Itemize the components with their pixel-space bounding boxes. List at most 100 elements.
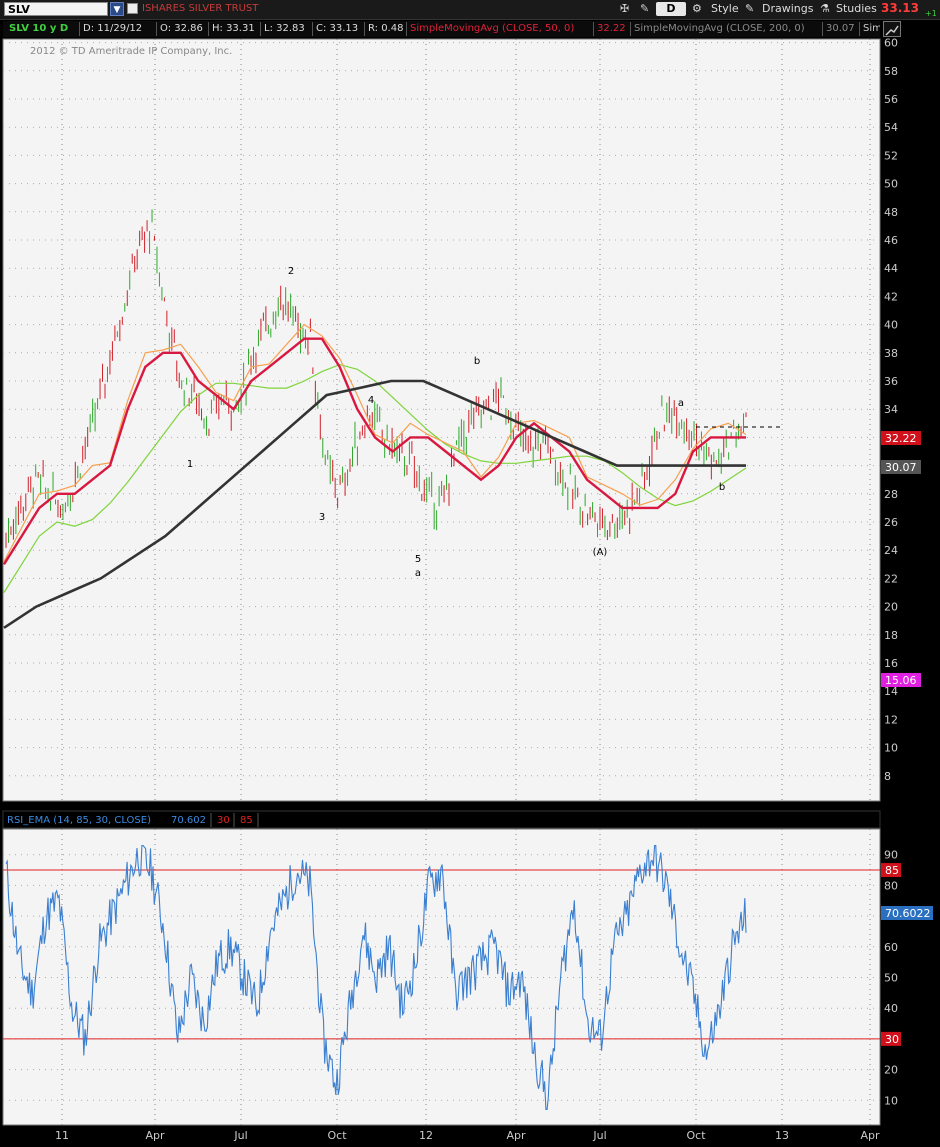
price-tick-label: 24 xyxy=(884,544,898,557)
crosshair-icon[interactable]: ✠ xyxy=(620,1,629,17)
ema-orange-line xyxy=(3,323,747,562)
rsi-label-text: 70.6022 xyxy=(885,907,931,920)
x-tick-label: Apr xyxy=(145,1129,165,1142)
price-tick-label: 56 xyxy=(884,93,898,106)
price-grid xyxy=(3,39,880,801)
price-label-text: 32.22 xyxy=(885,432,917,445)
link-square-icon[interactable] xyxy=(127,3,138,14)
rsi-tick-label: 50 xyxy=(884,972,898,985)
rsi-tick-label: 80 xyxy=(884,879,898,892)
rsi-tick-label: 20 xyxy=(884,1064,898,1077)
rsi-tick-label: 30 xyxy=(884,1033,898,1046)
rsi-tick-label: 10 xyxy=(884,1094,898,1107)
sma50-line xyxy=(2,337,746,565)
price-panel[interactable] xyxy=(2,38,881,802)
sma200-value: 30.07 xyxy=(826,23,855,34)
studies-menu[interactable]: Studies xyxy=(836,1,877,17)
x-tick-label: Jul xyxy=(233,1129,247,1142)
sma200-label[interactable]: SimpleMovingAvg (CLOSE, 200, 0) xyxy=(634,23,805,34)
price-tick-label: 16 xyxy=(884,657,898,670)
rsi-value: 70.602 xyxy=(171,815,206,826)
gear-icon[interactable]: ⚙ xyxy=(692,1,702,17)
x-tick-label: Oct xyxy=(327,1129,347,1142)
company-name: ISHARES SILVER TRUST xyxy=(142,3,259,14)
price-lines xyxy=(2,323,747,629)
rsi-label-text: 85 xyxy=(885,864,899,877)
symbol-input[interactable]: SLV xyxy=(4,2,108,16)
x-tick-label: Oct xyxy=(686,1129,706,1142)
period-button[interactable]: D xyxy=(656,2,686,16)
chart-canvas: 8101214161820222426283032343638404244464… xyxy=(2,37,933,1142)
wrench-icon[interactable]: ✎ xyxy=(640,1,649,17)
more-studies-label: Sim xyxy=(863,23,880,34)
sma50-value: 32.22 xyxy=(597,23,626,34)
price-candles xyxy=(5,209,747,548)
style-menu[interactable]: Style xyxy=(711,1,739,17)
info-date: D: 11/29/12 xyxy=(83,23,143,34)
price-tick-label: 26 xyxy=(884,516,898,529)
price-tick-label: 52 xyxy=(884,149,898,162)
copyright-text: 2012 © TD Ameritrade IP Company, Inc. xyxy=(30,46,232,57)
price-tick-label: 40 xyxy=(884,319,898,332)
toolbar: SLV ▼ ISHARES SILVER TRUST ✠ ✎ D ⚙ Style… xyxy=(0,0,940,20)
rsi-oversold: 30 xyxy=(217,815,230,826)
price-label-text: 15.06 xyxy=(885,674,917,687)
price-tick-label: 36 xyxy=(884,375,898,388)
wave-label: b xyxy=(719,482,725,493)
rsi-label-box xyxy=(881,863,901,878)
rsi-y-axis: 10 20 30 40 50 60 70 80 90 xyxy=(884,849,898,1108)
rsi-grid xyxy=(3,829,880,1125)
info-range: R: 0.48 xyxy=(368,23,404,34)
x-tick-label: 13 xyxy=(775,1129,789,1142)
info-close: C: 33.13 xyxy=(316,23,359,34)
x-tick-label: Jul xyxy=(592,1129,606,1142)
price-tick-label: 12 xyxy=(884,713,898,726)
price-label-box xyxy=(881,431,921,445)
price-tick-label: 34 xyxy=(884,403,898,416)
price-change: +1 xyxy=(925,9,937,18)
wave-label: 5 xyxy=(415,554,421,565)
price-tick-label: 8 xyxy=(884,770,891,783)
rsi-panel[interactable] xyxy=(2,828,881,1126)
info-high: H: 33.31 xyxy=(212,23,255,34)
wave-label: 4 xyxy=(368,395,374,406)
studies-icon[interactable]: ⚗ xyxy=(820,1,830,17)
ema-red-dashed-line xyxy=(3,338,746,565)
price-tick-label: 42 xyxy=(884,290,898,303)
rsi-series-line xyxy=(5,844,747,1111)
wave-label: 3 xyxy=(319,512,325,523)
price-label-box xyxy=(881,460,921,474)
price-tick-label: 48 xyxy=(884,206,898,219)
price-tick-label: 32 xyxy=(884,431,898,444)
expand-icon[interactable] xyxy=(883,21,901,37)
rsi-tick-label: 70 xyxy=(884,910,898,923)
price-tick-label: 14 xyxy=(884,685,898,698)
price-labels: 32.22 30.07 15.06 xyxy=(881,431,921,687)
price-tick-label: 30 xyxy=(884,460,898,473)
rsi-tick-label: 60 xyxy=(884,941,898,954)
rsi-labels: 85 70.6022 30 xyxy=(881,863,933,1046)
pencil-icon[interactable]: ✎ xyxy=(745,1,754,17)
wave-annotations: 1 2 3 4 5 b (A) a b a xyxy=(187,266,725,579)
price-tick-label: 60 xyxy=(884,37,898,50)
price-tick-label: 54 xyxy=(884,121,898,134)
x-tick-label: Apr xyxy=(860,1129,880,1142)
wave-label: 2 xyxy=(288,266,294,277)
info-open: O: 32.86 xyxy=(160,23,203,34)
price-tick-label: 28 xyxy=(884,488,898,501)
price-tick-label: 18 xyxy=(884,629,898,642)
price-tick-label: 46 xyxy=(884,234,898,247)
last-price: 33.13 xyxy=(881,1,919,15)
sma50-label[interactable]: SimpleMovingAvg (CLOSE, 50, 0) xyxy=(410,23,574,34)
rsi-label-box xyxy=(881,1031,901,1046)
price-tick-label: 44 xyxy=(884,262,898,275)
price-label-text: 30.07 xyxy=(885,461,917,474)
x-axis: 11 Apr Jul Oct 12 Apr Jul Oct 13 Apr xyxy=(55,1129,880,1142)
symbol-dropdown-button[interactable]: ▼ xyxy=(110,2,124,16)
rsi-title[interactable]: RSI_EMA (14, 85, 30, CLOSE) xyxy=(7,815,151,826)
info-low: L: 32.83 xyxy=(264,23,305,34)
drawings-menu[interactable]: Drawings xyxy=(762,1,813,17)
rsi-tick-label: 90 xyxy=(884,849,898,862)
x-tick-label: 11 xyxy=(55,1129,69,1142)
x-tick-label: 12 xyxy=(419,1129,433,1142)
